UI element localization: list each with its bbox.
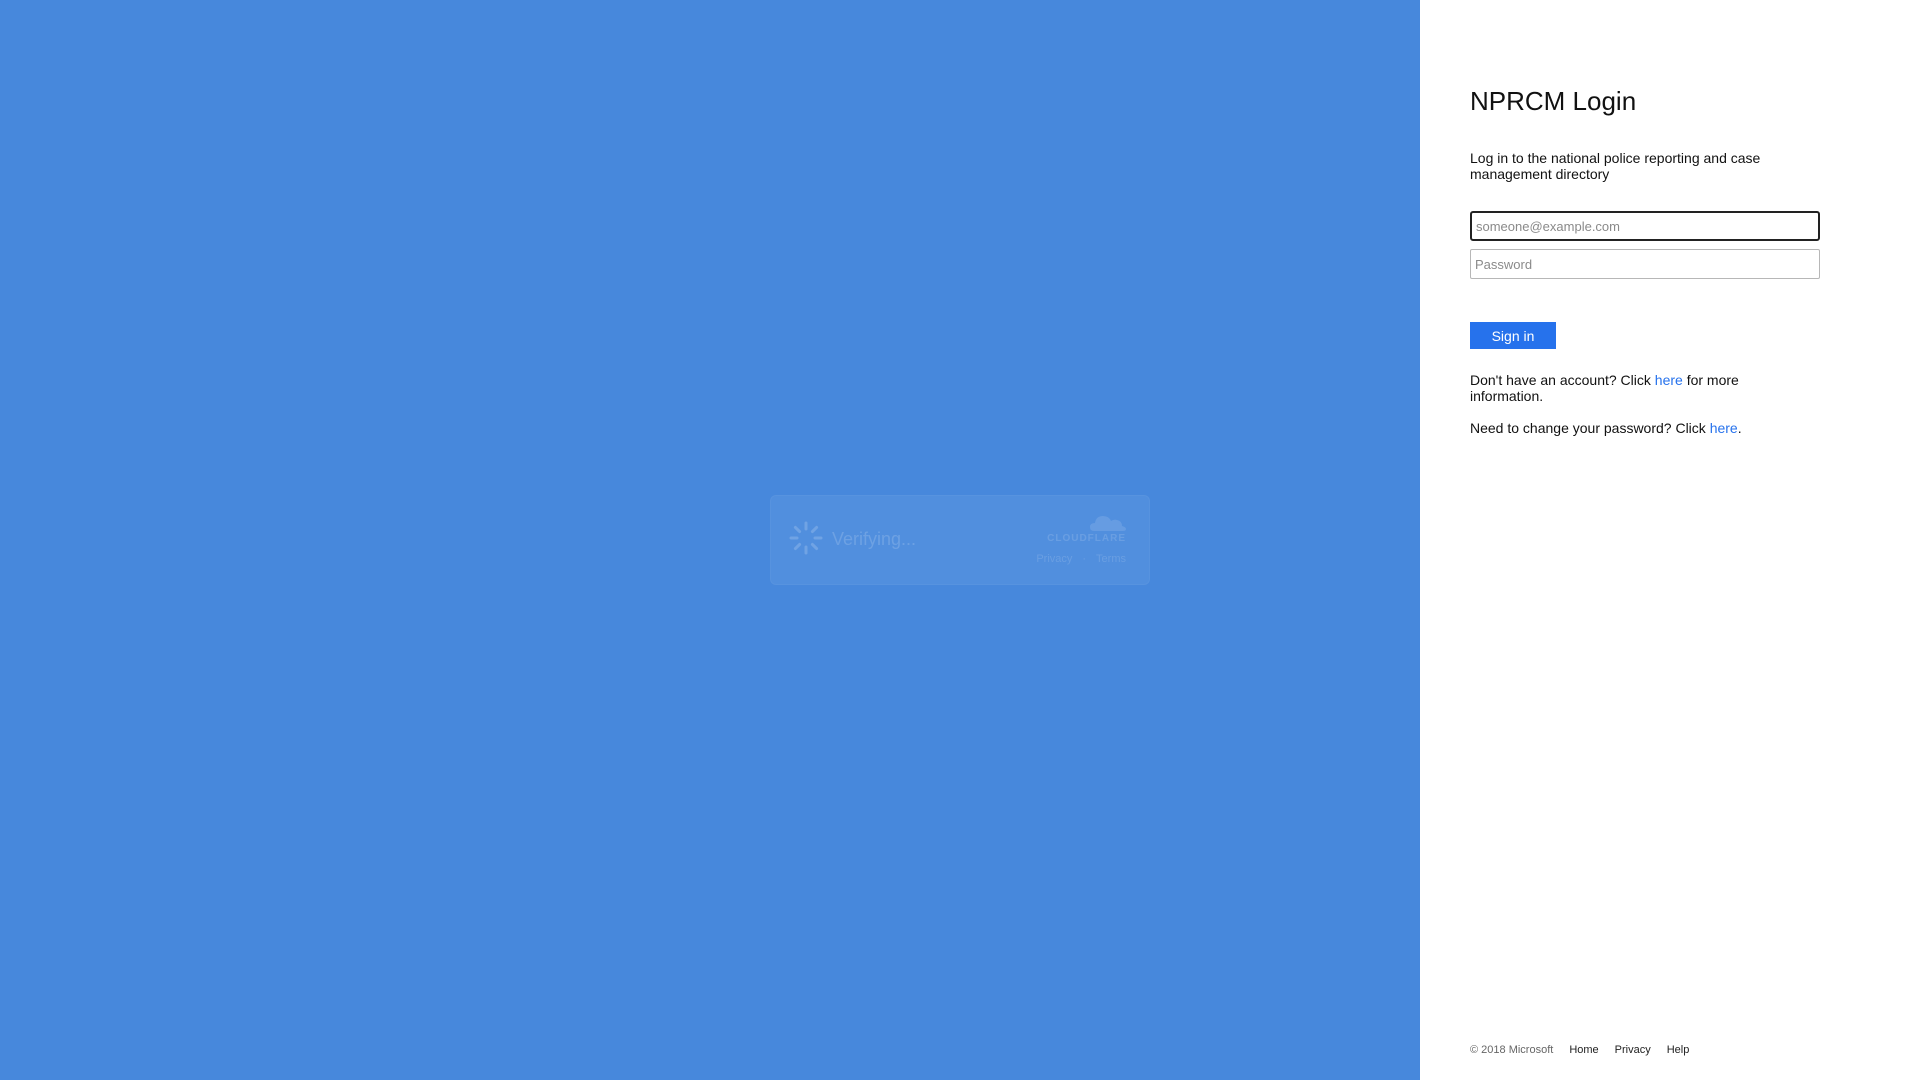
account-info-link[interactable]: here [1655, 372, 1683, 388]
page-title: NPRCM Login [1470, 86, 1637, 116]
footer-help-link[interactable]: Help [1667, 1044, 1690, 1056]
loading-spinner-icon [789, 521, 823, 555]
email-field[interactable] [1470, 211, 1820, 241]
password-help-text: Need to change your password? Click here… [1470, 420, 1790, 436]
cloudflare-terms-link[interactable]: Terms [1096, 553, 1126, 565]
cloud-logo-icon [1090, 516, 1126, 531]
login-panel: NPRCM Login Log in to the national polic… [1420, 0, 1920, 1080]
account-help-prefix: Don't have an account? Click [1470, 372, 1655, 388]
password-help-suffix: . [1737, 420, 1742, 436]
account-help-text: Don't have an account? Click here for mo… [1470, 372, 1790, 404]
login-description: Log in to the national police reporting … [1470, 150, 1761, 182]
cloudflare-links: Privacy · Terms [1036, 553, 1126, 565]
sign-in-button[interactable]: Sign in [1470, 322, 1556, 349]
copyright-text: © 2018 Microsoft [1470, 1044, 1554, 1056]
change-password-link[interactable]: here [1710, 420, 1738, 436]
background-panel: Verifying... CLOUDFLARE Privacy · Terms [0, 0, 1420, 1080]
cloudflare-link-separator: · [1082, 553, 1087, 565]
verification-status: Verifying... [832, 529, 917, 549]
password-field[interactable] [1470, 249, 1820, 279]
password-help-prefix: Need to change your password? Click [1470, 420, 1710, 436]
footer-home-link[interactable]: Home [1569, 1044, 1598, 1056]
footer-privacy-link[interactable]: Privacy [1615, 1044, 1651, 1056]
footer: © 2018 Microsoft Home Privacy Help [1470, 1044, 1689, 1056]
cloudflare-verification-widget[interactable]: Verifying... CLOUDFLARE Privacy · Terms [770, 495, 1150, 585]
cloudflare-logo: CLOUDFLARE [1047, 533, 1126, 544]
page: Verifying... CLOUDFLARE Privacy · Terms … [0, 0, 1920, 1080]
cloudflare-privacy-link[interactable]: Privacy [1036, 553, 1072, 565]
